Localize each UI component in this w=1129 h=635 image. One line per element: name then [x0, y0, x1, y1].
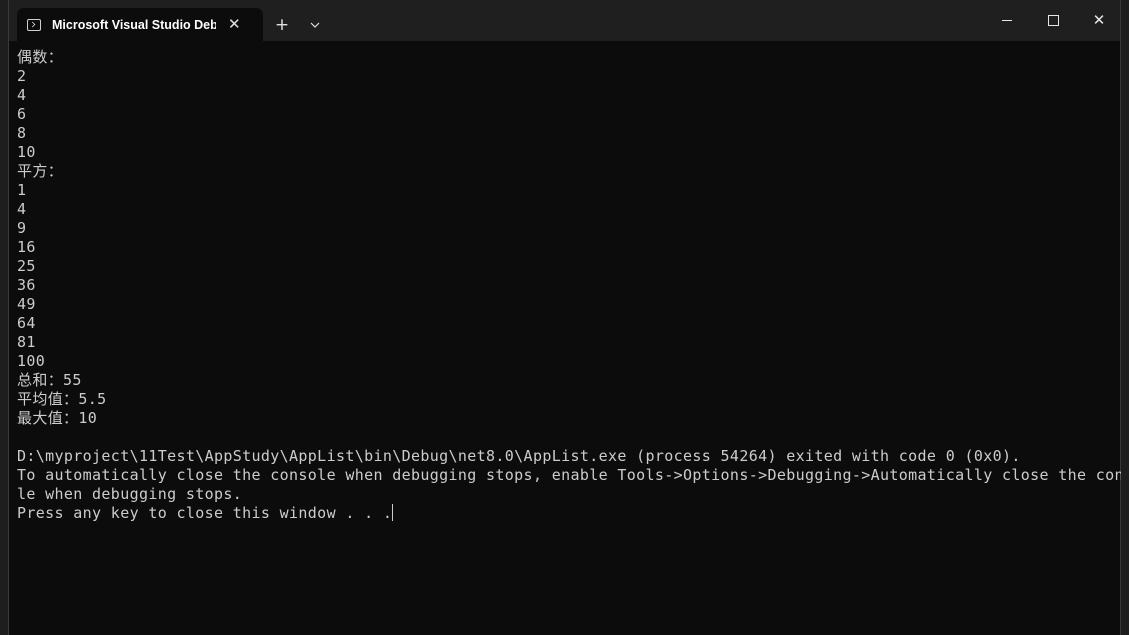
console-line: D:\myproject\11Test\AppStudy\AppList\bin… — [17, 447, 1021, 465]
tab-dropdown-button[interactable] — [300, 8, 330, 41]
minimize-icon — [1002, 20, 1012, 21]
console-line: 总和：55 — [17, 371, 82, 389]
console-line: 平均值：5.5 — [17, 390, 107, 408]
console-line: le when debugging stops. — [17, 485, 243, 503]
text-cursor — [392, 504, 394, 521]
console-line: 64 — [17, 314, 36, 332]
console-line: 4 — [17, 200, 27, 218]
new-tab-button[interactable]: + — [264, 8, 300, 41]
chevron-down-icon — [310, 22, 320, 28]
title-bar[interactable]: Microsoft Visual Studio Debug Console ✕ … — [9, 0, 1120, 41]
close-icon: ✕ — [1092, 11, 1106, 29]
console-app-icon — [27, 18, 41, 31]
console-line: 49 — [17, 295, 36, 313]
console-line: 100 — [17, 352, 46, 370]
console-line: Press any key to close this window . . . — [17, 504, 394, 522]
tab-title: Microsoft Visual Studio Debug Console — [52, 17, 216, 32]
console-line: 最大值：10 — [17, 409, 98, 427]
console-line: 81 — [17, 333, 36, 351]
background-edge — [1121, 41, 1129, 635]
console-line: To automatically close the console when … — [17, 466, 1129, 484]
console-line: 4 — [17, 86, 27, 104]
console-line: 36 — [17, 276, 36, 294]
console-line: 平方： — [17, 162, 64, 180]
console-line: 8 — [17, 124, 27, 142]
tab-close-button[interactable]: ✕ — [228, 17, 241, 32]
maximize-icon — [1047, 15, 1059, 26]
console-line: 25 — [17, 257, 36, 275]
console-output[interactable]: 偶数： 2 4 6 8 10 平方： 1 4 9 16 25 36 49 64 81 100 总和：55 平均值：5… — [17, 48, 1129, 635]
console-line: 16 — [17, 238, 36, 256]
console-line: 2 — [17, 67, 27, 85]
minimize-button[interactable] — [984, 0, 1030, 41]
console-line: 9 — [17, 219, 27, 237]
console-line: 1 — [17, 181, 27, 199]
console-line: 偶数： — [17, 48, 64, 66]
close-window-button[interactable]: ✕ — [1076, 0, 1122, 41]
maximize-button[interactable] — [1030, 0, 1076, 41]
terminal-window: Microsoft Visual Studio Debug Console ✕ … — [8, 0, 1129, 635]
console-line: 10 — [17, 143, 36, 161]
console-line: 6 — [17, 105, 27, 123]
tab-debug-console[interactable]: Microsoft Visual Studio Debug Console ✕ — [17, 8, 263, 41]
